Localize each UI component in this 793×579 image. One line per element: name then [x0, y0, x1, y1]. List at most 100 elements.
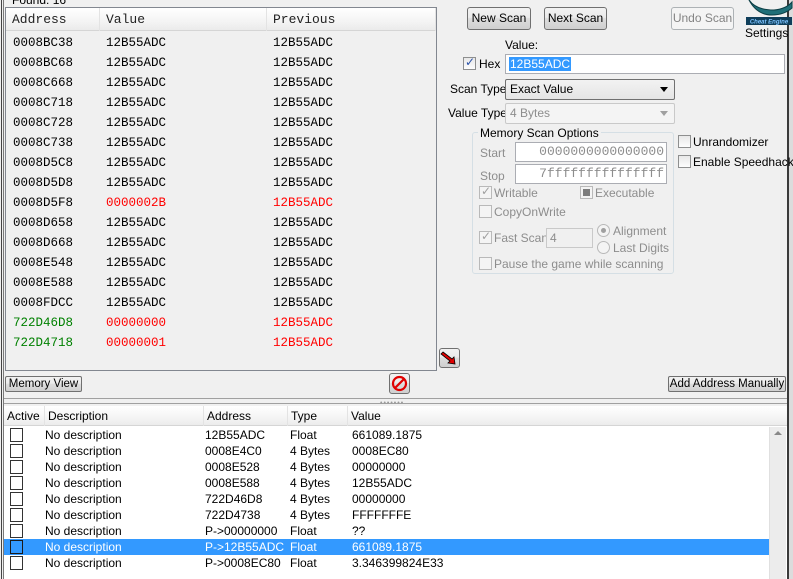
- row-value: 661089.1875: [352, 540, 423, 554]
- col-active[interactable]: Active: [4, 406, 45, 426]
- active-checkbox[interactable]: [10, 492, 23, 506]
- result-row[interactable]: 0008C668 12B55ADC 12B55ADC: [6, 73, 436, 93]
- result-value: 12B55ADC: [106, 176, 167, 190]
- executable-checkbox[interactable]: [580, 186, 593, 199]
- add-to-list-button[interactable]: [439, 348, 460, 368]
- active-checkbox[interactable]: [10, 556, 23, 570]
- start-label: Start: [480, 146, 506, 160]
- result-row[interactable]: 722D4718 00000001 12B55ADC: [6, 333, 436, 353]
- value-label: Value:: [505, 38, 539, 52]
- result-address: 0008E548: [13, 256, 74, 270]
- address-table-row[interactable]: No description 0008E4C0 4 Bytes 0008EC80: [4, 443, 770, 459]
- row-description: No description: [45, 540, 122, 554]
- result-address: 0008C718: [13, 96, 74, 110]
- writable-label: Writable: [494, 186, 538, 200]
- row-value: 0008EC80: [352, 444, 409, 458]
- next-scan-button[interactable]: Next Scan: [544, 7, 607, 30]
- writable-checkbox[interactable]: ✓: [479, 184, 492, 199]
- address-table[interactable]: Active Description Address Type Value No…: [4, 406, 787, 579]
- address-table-row[interactable]: No description 12B55ADC Float 661089.1875: [4, 427, 770, 443]
- results-col-address[interactable]: Address: [6, 8, 100, 31]
- result-row[interactable]: 0008D5D8 12B55ADC 12B55ADC: [6, 173, 436, 193]
- row-value: FFFFFFFE: [352, 508, 412, 522]
- alignment-radio[interactable]: [597, 224, 610, 237]
- address-table-row[interactable]: No description 722D46D8 4 Bytes 00000000: [4, 491, 770, 507]
- unrandomizer-checkbox[interactable]: [678, 135, 691, 148]
- fast-scan-input[interactable]: 4: [546, 228, 593, 248]
- result-row[interactable]: 0008C718 12B55ADC 12B55ADC: [6, 93, 436, 113]
- clear-list-button[interactable]: [389, 373, 410, 394]
- add-address-manually-button[interactable]: Add Address Manually: [668, 376, 786, 392]
- result-row[interactable]: 0008D658 12B55ADC 12B55ADC: [6, 213, 436, 233]
- result-row[interactable]: 0008E548 12B55ADC 12B55ADC: [6, 253, 436, 273]
- result-row[interactable]: 0008E588 12B55ADC 12B55ADC: [6, 273, 436, 293]
- row-address: P->00000000: [205, 524, 278, 538]
- row-type: Float: [290, 428, 317, 442]
- scroll-up-arrow-icon[interactable]: [774, 431, 782, 435]
- row-type: Float: [290, 556, 317, 570]
- address-table-scrollbar[interactable]: [769, 427, 786, 579]
- result-row[interactable]: 0008BC38 12B55ADC 12B55ADC: [6, 33, 436, 53]
- result-value: 12B55ADC: [106, 256, 167, 270]
- row-description: No description: [45, 428, 122, 442]
- result-row[interactable]: 0008BC68 12B55ADC 12B55ADC: [6, 53, 436, 73]
- active-checkbox[interactable]: [10, 444, 23, 458]
- result-row[interactable]: 0008D668 12B55ADC 12B55ADC: [6, 233, 436, 253]
- logo-swoosh: [748, 0, 793, 16]
- row-description: No description: [45, 556, 122, 570]
- address-table-row[interactable]: No description P->12B55ADC Float 661089.187…: [4, 539, 770, 555]
- active-checkbox[interactable]: [10, 428, 23, 442]
- result-previous: 12B55ADC: [273, 56, 334, 70]
- result-value: 12B55ADC: [106, 36, 167, 50]
- hex-checkbox[interactable]: ✓: [463, 55, 476, 70]
- active-checkbox[interactable]: [10, 524, 23, 538]
- stop-address-input[interactable]: 7fffffffffffffff: [515, 164, 667, 184]
- address-table-row[interactable]: No description 0008E528 4 Bytes 00000000: [4, 459, 770, 475]
- result-row[interactable]: 0008C738 12B55ADC 12B55ADC: [6, 133, 436, 153]
- last-digits-radio[interactable]: [597, 241, 610, 254]
- row-value: 661089.1875: [352, 428, 423, 442]
- scan-results-list[interactable]: Address Value Previous 0008BC38 12B55ADC 1…: [5, 7, 437, 371]
- row-type: Float: [290, 540, 317, 554]
- col-value[interactable]: Value: [348, 406, 787, 426]
- result-row[interactable]: 0008FDCC 12B55ADC 12B55ADC: [6, 293, 436, 313]
- row-description: No description: [45, 492, 122, 506]
- result-row[interactable]: 0008C728 12B55ADC 12B55ADC: [6, 113, 436, 133]
- scan-type-value: Exact Value: [510, 82, 574, 96]
- col-description[interactable]: Description: [45, 406, 204, 426]
- radio-dot-icon: [601, 228, 606, 233]
- value-type-value: 4 Bytes: [510, 106, 551, 120]
- address-table-row[interactable]: No description 722D4738 4 Bytes FFFFFFFE: [4, 507, 770, 523]
- active-checkbox[interactable]: [10, 460, 23, 474]
- copy-on-write-checkbox[interactable]: [479, 205, 492, 218]
- pause-game-checkbox[interactable]: [479, 257, 492, 270]
- new-scan-button[interactable]: New Scan: [467, 7, 531, 30]
- active-checkbox[interactable]: [10, 476, 23, 490]
- speedhack-checkbox[interactable]: [678, 155, 691, 168]
- result-previous: 12B55ADC: [273, 196, 334, 210]
- scan-type-select[interactable]: Exact Value: [505, 79, 675, 100]
- result-row[interactable]: 0008D5C8 12B55ADC 12B55ADC: [6, 153, 436, 173]
- col-address[interactable]: Address: [204, 406, 288, 426]
- memory-view-button[interactable]: Memory View: [5, 376, 82, 392]
- settings-label[interactable]: Settings: [745, 26, 788, 40]
- address-table-row[interactable]: No description P->0008EC80 Float 3.34639982…: [4, 555, 770, 571]
- value-input[interactable]: 12B55ADC: [505, 54, 785, 74]
- results-col-value[interactable]: Value: [100, 8, 267, 31]
- active-checkbox[interactable]: [10, 540, 23, 554]
- cheat-engine-logo[interactable]: Cheat Engine: [744, 0, 793, 26]
- fast-scan-checkbox[interactable]: ✓: [479, 229, 492, 244]
- result-address: 0008FDCC: [13, 296, 74, 310]
- result-previous: 12B55ADC: [273, 156, 334, 170]
- address-table-row[interactable]: No description 0008E588 4 Bytes 12B55ADC: [4, 475, 770, 491]
- results-col-previous[interactable]: Previous: [267, 8, 436, 31]
- undo-scan-button[interactable]: Undo Scan: [671, 7, 734, 30]
- value-type-select[interactable]: 4 Bytes: [505, 103, 675, 124]
- result-row[interactable]: 0008D5F8 0000002B 12B55ADC: [6, 193, 436, 213]
- address-table-row[interactable]: No description P->00000000 Float??: [4, 523, 770, 539]
- row-type: 4 Bytes: [290, 444, 331, 458]
- start-address-input[interactable]: 0000000000000000: [515, 142, 667, 162]
- col-type[interactable]: Type: [288, 406, 348, 426]
- active-checkbox[interactable]: [10, 508, 23, 522]
- result-row[interactable]: 722D46D8 00000000 12B55ADC: [6, 313, 436, 333]
